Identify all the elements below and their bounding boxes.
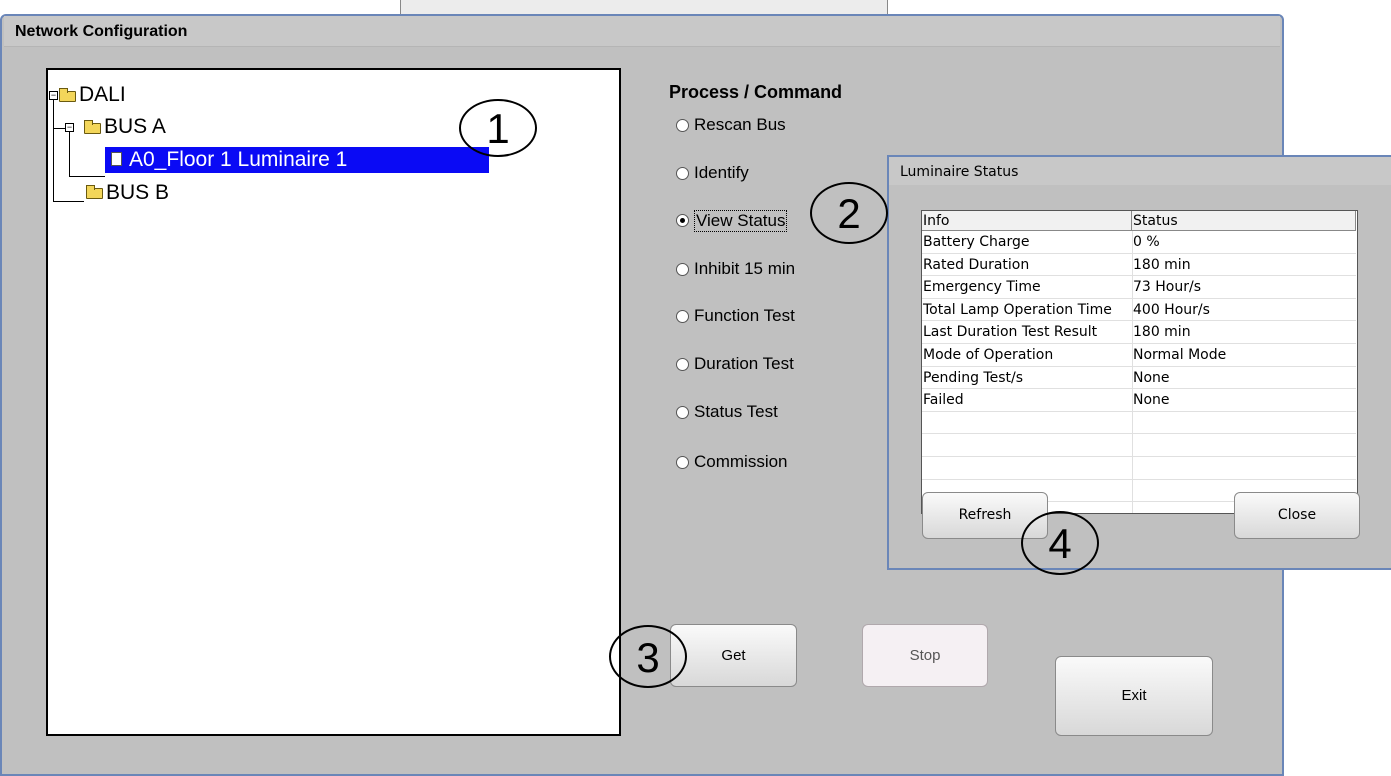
tree-node-bus-a[interactable]: BUS A [104,116,166,138]
radio-button-icon[interactable] [676,406,689,419]
tree-connector [54,201,84,202]
callout-3: 3 [609,625,687,688]
luminaire-status-dialog: Luminaire Status Info Status Battery Cha… [887,155,1391,570]
radio-button-icon[interactable] [676,456,689,469]
tree-node-luminaire[interactable]: A0_Floor 1 Luminaire 1 [105,147,489,173]
radio-button-icon[interactable] [676,167,689,180]
folder-icon [59,88,76,102]
status-cell-value[interactable]: None [1132,367,1356,390]
status-table[interactable]: Info Status Battery Charge 0 % Rated Durat… [921,210,1358,514]
stop-button[interactable]: Stop [862,624,988,687]
status-cell-info[interactable]: Emergency Time [922,276,1132,299]
callout-2: 2 [810,182,888,244]
collapse-dali-icon[interactable]: − [49,91,58,100]
status-cell-value[interactable]: 180 min [1132,254,1356,277]
tree-connector [53,100,54,202]
status-cell-info[interactable]: Last Duration Test Result [922,321,1132,344]
status-cell-info[interactable]: Total Lamp Operation Time [922,299,1132,322]
radio-button-icon[interactable] [676,263,689,276]
status-cell-value[interactable]: None [1132,389,1356,412]
collapse-bus-a-icon[interactable]: − [65,123,74,132]
status-cell-value[interactable]: 180 min [1132,321,1356,344]
dialog-title-bar: Luminaire Status [889,157,1391,185]
column-header-info[interactable]: Info [922,211,1132,231]
radio-button-icon[interactable] [676,358,689,371]
tree-node-dali[interactable]: DALI [79,84,126,106]
tree-connector [70,176,105,177]
network-tree[interactable]: − DALI − BUS A A0_Floor 1 Luminaire 1 BU… [46,68,621,736]
status-cell-info[interactable] [922,412,1132,435]
radio-button-selected-icon[interactable] [676,214,689,227]
tree-connector [69,132,70,177]
tree-node-luminaire-label: A0_Floor 1 Luminaire 1 [129,148,348,171]
callout-1: 1 [459,99,537,157]
document-icon [111,152,122,166]
folder-icon [86,185,103,199]
status-cell-info[interactable]: Battery Charge [922,231,1132,254]
folder-icon [84,120,101,134]
status-cell-info[interactable]: Pending Test/s [922,367,1132,390]
status-cell-info[interactable] [922,457,1132,480]
status-cell-info[interactable]: Mode of Operation [922,344,1132,367]
callout-4: 4 [1021,511,1099,575]
radio-button-icon[interactable] [676,119,689,132]
status-cell-info[interactable]: Rated Duration [922,254,1132,277]
close-button[interactable]: Close [1234,492,1360,539]
radio-button-icon[interactable] [676,310,689,323]
status-cell-value[interactable] [1132,434,1356,457]
status-cell-value[interactable]: 73 Hour/s [1132,276,1356,299]
tree-node-bus-b[interactable]: BUS B [106,182,169,204]
exit-button[interactable]: Exit [1055,656,1213,736]
status-cell-value[interactable]: 0 % [1132,231,1356,254]
window-title: Network Configuration [15,23,188,40]
status-cell-value[interactable] [1132,412,1356,435]
tree-connector [54,128,65,129]
status-cell-value[interactable]: 400 Hour/s [1132,299,1356,322]
window-title-bar: Network Configuration [4,16,1280,47]
get-button[interactable]: Get [670,624,797,687]
status-cell-info[interactable] [922,434,1132,457]
status-cell-value[interactable] [1132,457,1356,480]
dialog-title: Luminaire Status [900,164,1019,180]
column-header-status[interactable]: Status [1132,211,1356,231]
status-cell-info[interactable]: Failed [922,389,1132,412]
process-command-heading: Process / Command [669,82,843,102]
status-cell-value[interactable]: Normal Mode [1132,344,1356,367]
